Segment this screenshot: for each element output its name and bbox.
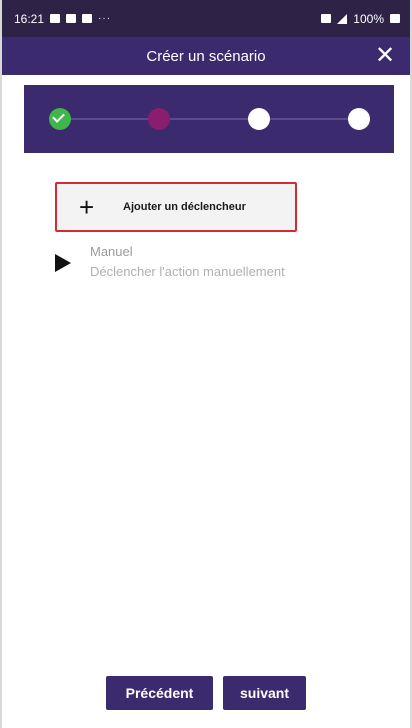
status-time: 16:21: [14, 11, 45, 26]
page-title: Créer un scénario: [146, 47, 266, 65]
app-header: Créer un scénario ✕: [2, 37, 410, 75]
gallery-notification-icon: [50, 14, 61, 23]
step-1-completed: [49, 108, 71, 130]
status-left: 16:21 ···: [14, 12, 111, 26]
mute-icon: [321, 14, 332, 23]
next-button[interactable]: suivant: [223, 676, 306, 710]
more-notifications-icon: ···: [98, 13, 112, 24]
footer-buttons: Précédent suivant: [2, 676, 410, 710]
previous-button[interactable]: Précédent: [106, 676, 213, 710]
battery-level: 100%: [353, 11, 384, 26]
add-trigger-button[interactable]: + Ajouter un déclencheur: [55, 182, 297, 232]
trigger-item-manual[interactable]: Manuel Déclencher l'action manuellement: [52, 242, 372, 288]
status-bar: 16:21 ··· 100%: [2, 0, 410, 37]
signal-icon: [337, 13, 348, 24]
add-trigger-label: Ajouter un déclencheur: [123, 201, 246, 213]
app-notification-icon: [82, 14, 93, 23]
linkedin-notification-icon: [66, 14, 77, 23]
play-icon: [55, 254, 71, 272]
trigger-name: Manuel: [90, 244, 133, 259]
step-4-pending: [348, 108, 370, 130]
status-right: 100%: [321, 12, 400, 26]
progress-stepper: [24, 85, 394, 153]
step-3-pending: [248, 108, 270, 130]
stepper-line: [58, 118, 360, 120]
app-screen: 16:21 ··· 100% Créer un scénario ✕ + Ajo…: [0, 0, 412, 728]
battery-icon: [390, 14, 400, 23]
close-icon[interactable]: ✕: [370, 41, 400, 71]
checkmark-icon: [52, 110, 65, 123]
trigger-description: Déclencher l'action manuellement: [90, 264, 285, 279]
plus-icon: +: [79, 192, 95, 222]
step-2-current: [148, 108, 170, 130]
